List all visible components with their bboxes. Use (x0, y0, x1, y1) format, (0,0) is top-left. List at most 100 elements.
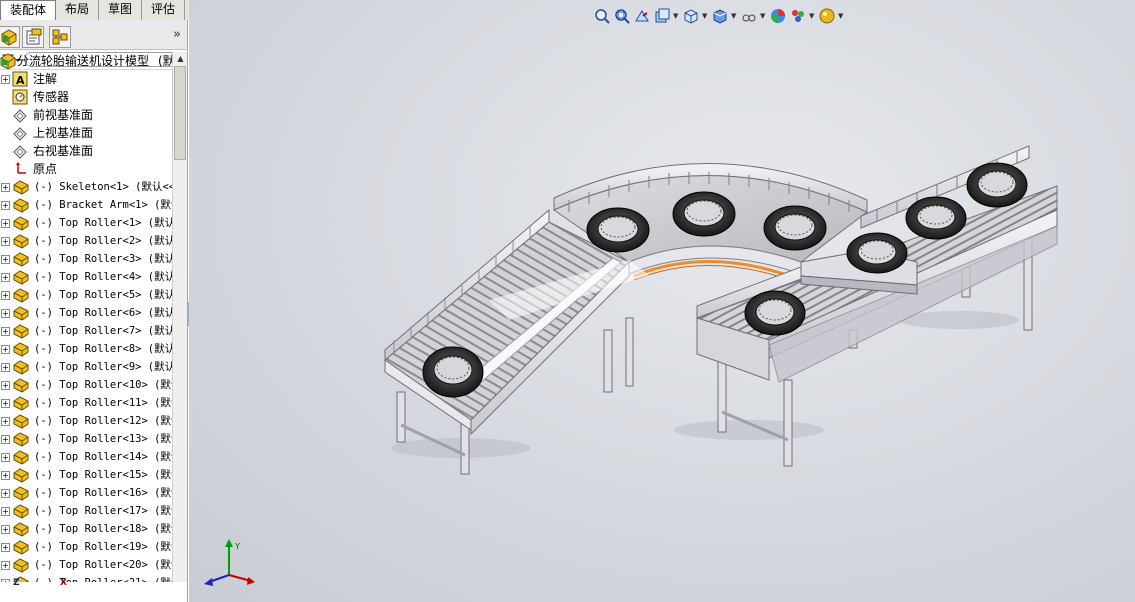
expand-toggle-icon[interactable]: + (1, 525, 10, 534)
tree-item[interactable]: + (-) Top Roller<1> (默认 (0, 214, 172, 232)
scroll-thumb[interactable] (174, 66, 186, 160)
tree-item[interactable]: + (-) Top Roller<13> (默认 (0, 430, 172, 448)
tree-item[interactable]: + (-) Top Roller<12> (默认 (0, 412, 172, 430)
tree-item[interactable]: + (-) Top Roller<8> (默认 (0, 340, 172, 358)
part-icon (13, 197, 29, 213)
expand-toggle-icon[interactable]: + (1, 453, 10, 462)
coordinate-triad: Y (204, 539, 255, 586)
expand-toggle-icon[interactable]: + (1, 255, 10, 264)
origin-icon (12, 161, 28, 177)
expand-toggle-icon[interactable]: + (1, 417, 10, 426)
tree-root-assembly[interactable]: 分流轮胎输送机设计模型 (默 (0, 52, 172, 70)
expand-toggle-icon[interactable]: + (1, 363, 10, 372)
tree-item-label: (-) Top Roller<18> (默认 (34, 523, 172, 535)
tree-item[interactable]: + (-) Top Roller<5> (默认 (0, 286, 172, 304)
tree-item-label: (-) Top Roller<3> (默认 (34, 253, 172, 265)
expand-toggle-icon[interactable]: + (1, 345, 10, 354)
expand-pane-icon[interactable]: » (173, 27, 181, 42)
tab-2[interactable]: 草图 (99, 0, 143, 20)
tree-item-label: (-) Top Roller<10> (默认 (34, 379, 172, 391)
plane-icon (12, 125, 28, 141)
expand-toggle-icon[interactable]: + (1, 183, 10, 192)
tree-item-label: (-) Skeleton<1> (默认<< (34, 181, 172, 193)
part-icon (13, 305, 29, 321)
part-icon (13, 467, 29, 483)
part-icon (13, 485, 29, 501)
tab-0[interactable]: 装配体 (0, 0, 57, 21)
tree-item[interactable]: + (-) Top Roller<20> (默认 (0, 556, 172, 574)
tree-item[interactable]: + (-) Top Roller<11> (默认 (0, 394, 172, 412)
tree-item[interactable]: + (-) Top Roller<10> (默认 (0, 376, 172, 394)
tree-item[interactable]: + (-) Top Roller<9> (默认 (0, 358, 172, 376)
expand-toggle-icon[interactable]: + (1, 471, 10, 480)
tree-item[interactable]: + (-) Top Roller<17> (默认 (0, 502, 172, 520)
tree-item[interactable]: + (-) Skeleton<1> (默认<< (0, 178, 172, 196)
expand-toggle-icon[interactable]: + (1, 561, 10, 570)
tree-item[interactable]: + (-) Top Roller<14> (默认 (0, 448, 172, 466)
tree-item-label: (-) Top Roller<1> (默认 (34, 217, 172, 229)
tree-item[interactable]: + (-) Top Roller<18> (默认 (0, 520, 172, 538)
tree-item-label: 上视基准面 (33, 126, 94, 140)
expand-toggle-icon[interactable]: + (1, 399, 10, 408)
tree-item-label: (-) Top Roller<17> (默认 (34, 505, 172, 517)
configuration-manager-icon[interactable] (49, 26, 71, 48)
plane-icon (12, 107, 28, 123)
expand-toggle-icon[interactable]: + (1, 237, 10, 246)
expand-toggle-icon[interactable]: + (1, 273, 10, 282)
expand-toggle-icon[interactable]: + (1, 381, 10, 390)
sensor-icon (12, 89, 28, 105)
property-manager-icon[interactable] (22, 26, 44, 48)
tree-item[interactable]: + (-) Top Roller<6> (默认 (0, 304, 172, 322)
expand-toggle-icon[interactable]: + (1, 507, 10, 516)
triad-z-label: Z (13, 578, 20, 588)
tree-item[interactable]: + (-) Top Roller<15> (默认 (0, 466, 172, 484)
tree-item[interactable]: 传感器 (0, 88, 172, 106)
feature-tree: 分流轮胎输送机设计模型 (默 + A 注解 传感器 前视基准面 上视基准面 右视基准面 原点 +… (0, 52, 172, 582)
tab-3[interactable]: 评估 (142, 0, 186, 20)
conveyor-model[interactable] (189, 0, 1135, 602)
expand-toggle-icon[interactable]: + (1, 579, 10, 582)
part-icon (13, 359, 29, 375)
tire-8 (744, 290, 806, 336)
tire-1 (422, 346, 484, 398)
tree-item[interactable]: 上视基准面 (0, 124, 172, 142)
tree-root-config: (默 (158, 54, 172, 68)
expand-toggle-icon[interactable]: + (1, 291, 10, 300)
pane-tab-bar: » (0, 20, 187, 50)
tree-item[interactable]: + (-) Top Roller<2> (默认 (0, 232, 172, 250)
part-icon (13, 449, 29, 465)
expand-toggle-icon[interactable]: + (1, 489, 10, 498)
tree-item-label: (-) Top Roller<19> (默认 (34, 541, 172, 553)
tree-item-label: (-) Bracket Arm<1> (默认 (34, 199, 172, 211)
scroll-up-arrow-icon[interactable]: ▲ (175, 54, 186, 64)
tree-item[interactable]: + (-) Top Roller<19> (默认 (0, 538, 172, 556)
expand-toggle-icon[interactable]: + (1, 309, 10, 318)
tree-item-label: (-) Top Roller<13> (默认 (34, 433, 172, 445)
tab-1[interactable]: 布局 (56, 0, 100, 20)
tree-item[interactable]: + (-) Top Roller<4> (默认 (0, 268, 172, 286)
tree-item-label: 原点 (33, 162, 58, 176)
tree-item[interactable]: + A 注解 (0, 70, 172, 88)
tree-item[interactable]: + (-) Top Roller<16> (默认 (0, 484, 172, 502)
tree-item-label: (-) Top Roller<16> (默认 (34, 487, 172, 499)
feature-manager-icon[interactable] (0, 26, 20, 48)
expand-toggle-icon[interactable]: + (1, 435, 10, 444)
expand-toggle-icon[interactable]: + (1, 201, 10, 210)
tree-item[interactable]: + (-) Top Roller<21> (默认 (0, 574, 172, 582)
tree-item[interactable]: 前视基准面 (0, 106, 172, 124)
graphics-viewport[interactable]: ▼ ▼ ▼ ▼ ▼ ▼ Y (189, 0, 1135, 602)
inclined-roller-ramp (384, 208, 630, 436)
tree-item[interactable]: + (-) Top Roller<7> (默认 (0, 322, 172, 340)
expand-toggle-icon[interactable]: + (1, 219, 10, 228)
expand-toggle-icon[interactable]: + (1, 327, 10, 336)
tree-item[interactable]: 原点 (0, 160, 172, 178)
expand-toggle-icon[interactable]: + (1, 75, 10, 84)
tree-items: + A 注解 传感器 前视基准面上视基准面右视基准面原点 + (-) Skeleton<1>… (0, 70, 172, 582)
tree-item[interactable]: + (-) Bracket Arm<1> (默认 (0, 196, 172, 214)
part-icon (13, 341, 29, 357)
tire-3 (672, 191, 736, 237)
tree-item[interactable]: + (-) Top Roller<3> (默认 (0, 250, 172, 268)
tree-scrollbar[interactable]: ▲ (172, 52, 187, 582)
expand-toggle-icon[interactable]: + (1, 543, 10, 552)
tree-item[interactable]: 右视基准面 (0, 142, 172, 160)
